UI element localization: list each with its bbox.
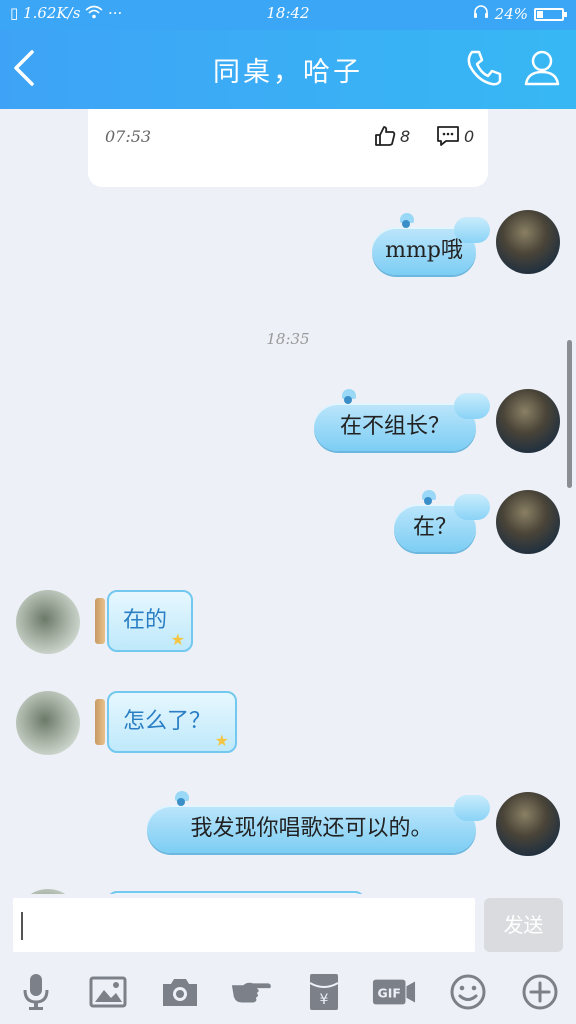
friend-avatar[interactable] [16, 691, 80, 755]
bubble-decoration [344, 396, 352, 404]
battery-icon [534, 7, 567, 21]
red-packet-icon[interactable]: ¥ [302, 970, 346, 1014]
bubble-decoration [402, 220, 410, 228]
message-text: 怎么了？ [123, 709, 212, 734]
message-input[interactable] [13, 898, 475, 952]
message-bubble-out[interactable]: 在不组长？ [314, 389, 490, 451]
input-bar: 发送 [0, 894, 576, 960]
thumbs-up-icon [375, 126, 396, 146]
my-avatar[interactable] [496, 389, 560, 453]
emoji-icon[interactable] [446, 970, 490, 1014]
headset-icon [473, 4, 489, 24]
status-right: 24% [473, 4, 567, 24]
plus-icon[interactable] [518, 970, 562, 1014]
my-avatar[interactable] [496, 490, 560, 554]
comment-count: 0 [464, 126, 475, 146]
message-bubble-out[interactable]: 我发现你唱歌还可以的。 [147, 791, 490, 853]
message-text: 在不组长？ [339, 414, 450, 439]
chat-header: 同桌，哈子 [0, 30, 576, 109]
phone-call-button[interactable] [464, 48, 504, 88]
bubble-decoration [95, 598, 105, 644]
gif-icon[interactable]: GIF [372, 970, 416, 1014]
send-button[interactable]: 发送 [484, 898, 563, 952]
bubble-decoration [454, 494, 490, 520]
message-text: mmp哦 [385, 238, 463, 263]
shared-post-card[interactable]: 07:53 8 0 [88, 109, 488, 187]
message-timestamp: 18:35 [266, 330, 310, 348]
like-count: 8 [400, 126, 411, 146]
friend-avatar[interactable] [16, 590, 80, 654]
bubble-decoration [177, 798, 185, 806]
status-bar: ▯ 1.62K/s ··· 18:42 24% [0, 0, 576, 30]
battery-fill [537, 10, 544, 18]
microphone-icon[interactable] [14, 970, 58, 1014]
profile-button[interactable] [522, 48, 562, 88]
svg-text:¥: ¥ [320, 992, 329, 1008]
comment-button[interactable]: 0 [436, 125, 474, 147]
message-list[interactable]: 07:53 8 0 mmp哦 18:35 在不组长？ 在？ 在的 ★ 怎么了？ … [0, 109, 576, 894]
star-decoration-icon: ★ [214, 731, 229, 750]
input-toolbar: ¥ GIF [0, 960, 576, 1024]
text-caret [21, 912, 23, 940]
bubble-decoration [454, 795, 490, 821]
image-icon[interactable] [86, 970, 130, 1014]
chat-scrollbar[interactable] [567, 340, 572, 488]
message-text: 在的 [123, 608, 168, 633]
message-text: 我发现你唱歌还可以的。 [190, 816, 433, 841]
battery-percent: 24% [494, 5, 528, 23]
star-decoration-icon: ★ [170, 630, 185, 649]
comment-icon [437, 126, 459, 146]
message-bubble-out[interactable]: mmp哦 [372, 213, 490, 275]
bubble-decoration [95, 699, 105, 745]
like-button[interactable]: 8 [374, 125, 410, 147]
my-avatar[interactable] [496, 210, 560, 274]
camera-icon[interactable] [158, 970, 202, 1014]
message-bubble-in[interactable]: 在的 ★ [95, 590, 193, 652]
gif-label: GIF [378, 986, 401, 1001]
message-bubble-out[interactable]: 在？ [394, 490, 490, 552]
person-icon [524, 50, 560, 86]
poke-hand-icon[interactable] [230, 970, 274, 1014]
post-time: 07:53 [105, 127, 152, 146]
phone-icon [467, 50, 502, 86]
my-avatar[interactable] [496, 792, 560, 856]
message-bubble-in[interactable]: 怎么了？ ★ [95, 691, 237, 753]
bubble-decoration [454, 393, 490, 419]
message-text: 在？ [412, 515, 457, 540]
bubble-decoration [424, 497, 432, 505]
